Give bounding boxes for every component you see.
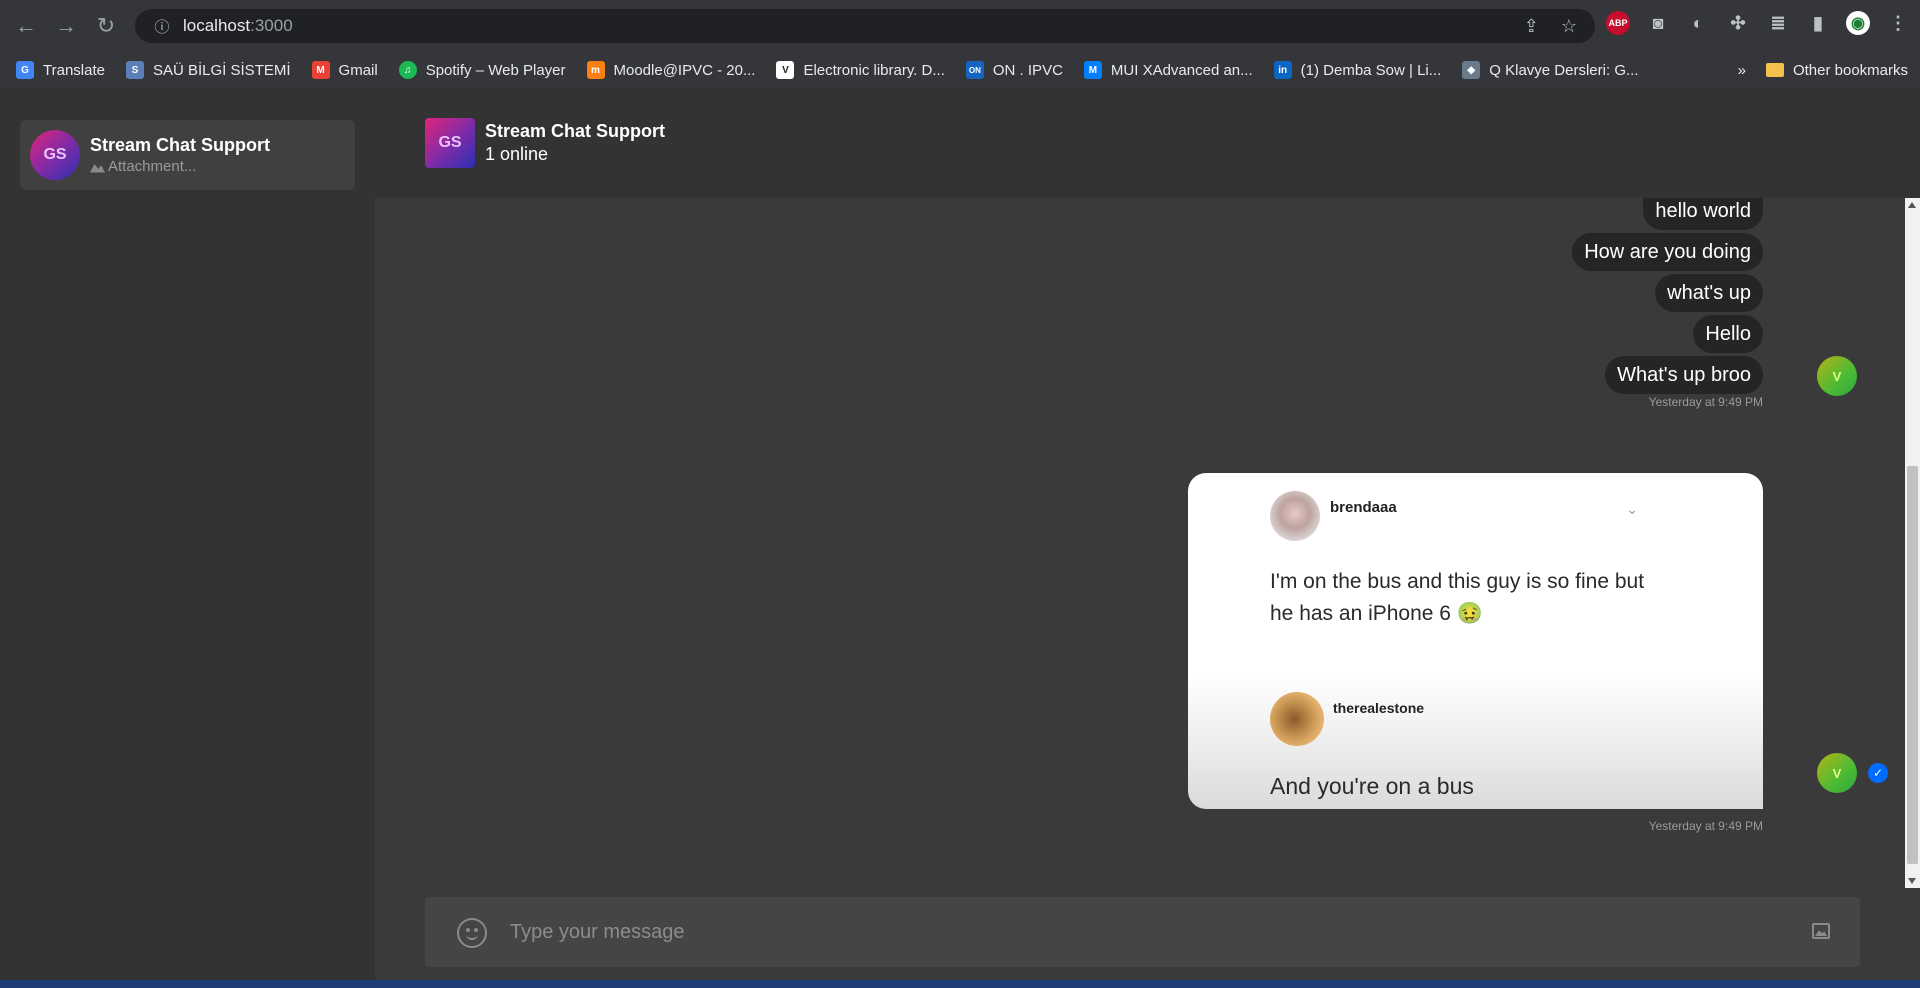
image-upload-icon[interactable]: [1812, 923, 1830, 939]
channel-header: GS Stream Chat Support 1 online: [375, 88, 1920, 198]
bookmark-on-ipvc[interactable]: ON ON . IPVC: [965, 61, 1063, 79]
tweet-avatar-image: [1270, 491, 1320, 541]
scroll-up-arrow-icon[interactable]: [1908, 202, 1916, 208]
browser-toolbar: ← → ↻ ⓘ localhost:3000 ⇪ ☆ ABP ◙ ◐ ✣ ≣ ▮…: [0, 0, 1920, 52]
profile-avatar-icon[interactable]: ◉: [1846, 11, 1870, 35]
back-arrow-icon[interactable]: ←: [6, 6, 46, 46]
bookmark-electronic-library[interactable]: V Electronic library. D...: [776, 61, 945, 79]
kebab-menu-icon[interactable]: ⋮: [1886, 11, 1910, 35]
message-bubble[interactable]: Hello: [1693, 315, 1763, 353]
message-list-scrollbar[interactable]: [1905, 198, 1920, 888]
more-bookmarks-chevron-icon[interactable]: »: [1738, 62, 1746, 79]
bookmark-mui[interactable]: M MUI XAdvanced an...: [1083, 61, 1253, 79]
side-panel-icon[interactable]: ▮: [1806, 11, 1830, 35]
spotify-favicon-icon: ♫: [398, 61, 417, 79]
forward-arrow-icon[interactable]: →: [46, 6, 86, 46]
url-text: localhost:3000: [183, 16, 293, 35]
emoji-picker-icon[interactable]: [457, 918, 487, 948]
puzzle-extensions-icon[interactable]: ✣: [1726, 11, 1750, 35]
reply-text: And you're on a bus: [1270, 773, 1474, 799]
moodle-favicon-icon: m: [586, 61, 605, 79]
bookmark-star-icon[interactable]: ☆: [1561, 16, 1577, 37]
message-bubble[interactable]: what's up: [1655, 274, 1763, 312]
user-avatar[interactable]: V: [1817, 356, 1857, 396]
tweet-text: I'm on the bus and this guy is so fine b…: [1270, 570, 1645, 625]
bookmarks-bar: G Translate S SAÜ BİLGİ SİSTEMİ M Gmail ♫ Sp…: [0, 52, 1920, 88]
bookmark-gmail[interactable]: M Gmail: [311, 61, 378, 79]
attachment-image-icon: [90, 164, 105, 173]
channel-header-avatar: GS: [425, 118, 475, 168]
share-icon[interactable]: ⇪: [1524, 16, 1539, 37]
folder-icon: [1765, 63, 1784, 77]
channel-window: GS Stream Chat Support 1 online hello wo…: [375, 88, 1920, 988]
os-taskbar-strip: [0, 980, 1920, 988]
chevron-down-icon: ⌄: [1626, 501, 1638, 517]
user-avatar[interactable]: V: [1817, 753, 1857, 793]
other-bookmarks[interactable]: Other bookmarks: [1765, 62, 1908, 79]
message-timestamp: Yesterday at 9:49 PM: [1648, 819, 1763, 833]
channel-header-online-count: 1 online: [485, 144, 549, 164]
tweet-username: brendaaa: [1330, 499, 1397, 516]
image-attachment[interactable]: brendaaa ⌄ I'm on the bus and this guy i…: [1188, 473, 1763, 809]
read-check-icon: ✓: [1868, 763, 1888, 783]
library-favicon-icon: V: [776, 61, 795, 79]
bookmark-translate[interactable]: G Translate: [16, 61, 105, 79]
scrollbar-thumb[interactable]: [1907, 466, 1918, 864]
adblock-plus-icon[interactable]: ABP: [1606, 11, 1630, 35]
channel-list: GS Stream Chat Support Attachment...: [0, 88, 375, 988]
message-input[interactable]: [510, 912, 1760, 952]
message-bubble[interactable]: What's up broo: [1605, 356, 1763, 394]
address-bar[interactable]: ⓘ localhost:3000 ⇪ ☆: [135, 9, 1595, 43]
bookmark-moodle[interactable]: m Moodle@IPVC - 20...: [586, 61, 755, 79]
message-composer: [425, 897, 1860, 967]
mui-favicon-icon: M: [1083, 61, 1102, 79]
site-info-icon[interactable]: ⓘ: [147, 16, 177, 37]
channel-preview-latest: Attachment...: [90, 158, 270, 175]
reply-username: therealestone: [1333, 700, 1425, 716]
message-bubble[interactable]: How are you doing: [1572, 233, 1763, 271]
bookmark-sau[interactable]: S SAÜ BİLGİ SİSTEMİ: [125, 61, 291, 79]
message-list[interactable]: hello world How are you doing what's up …: [375, 198, 1905, 888]
linkedin-favicon-icon: in: [1273, 61, 1292, 79]
bookmark-klavye[interactable]: ◆ Q Klavye Dersleri: G...: [1462, 61, 1638, 79]
reload-icon[interactable]: ↻: [86, 6, 126, 46]
translate-favicon-icon: G: [16, 61, 34, 79]
scroll-down-arrow-icon[interactable]: [1908, 878, 1916, 884]
sau-favicon-icon: S: [125, 61, 144, 79]
extension-circle-icon[interactable]: ◐: [1686, 11, 1710, 35]
media-queue-icon[interactable]: ≣: [1766, 11, 1790, 35]
on-favicon-icon: ON: [965, 61, 984, 79]
bookmark-linkedin[interactable]: in (1) Demba Sow | Li...: [1273, 61, 1441, 79]
drop-favicon-icon: ◆: [1462, 61, 1481, 79]
gmail-favicon-icon: M: [311, 61, 330, 79]
channel-preview-title: Stream Chat Support: [90, 135, 271, 155]
message-timestamp: Yesterday at 9:49 PM: [1648, 395, 1763, 409]
reply-avatar-image: [1270, 692, 1324, 746]
chat-app: GS Stream Chat Support Attachment... GS …: [0, 88, 1920, 988]
channel-preview-item[interactable]: GS Stream Chat Support Attachment...: [20, 120, 355, 190]
channel-header-title: Stream Chat Support: [485, 121, 666, 141]
bookmark-spotify[interactable]: ♫ Spotify – Web Player: [398, 61, 566, 79]
camera-extension-icon[interactable]: ◙: [1646, 11, 1670, 35]
channel-avatar: GS: [30, 130, 80, 180]
message-bubble[interactable]: hello world: [1643, 198, 1763, 230]
